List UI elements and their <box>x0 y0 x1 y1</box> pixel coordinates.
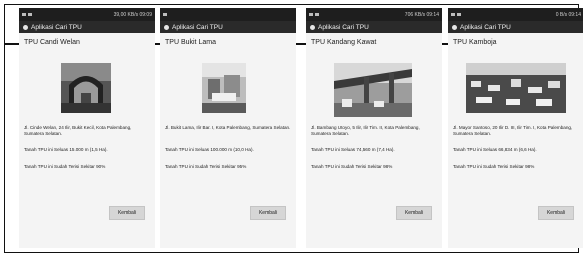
tpu-occupancy: Tanah TPU ini Sudah Terisi Sekitar 98% <box>311 164 393 169</box>
app-icon <box>23 24 28 30</box>
tpu-photo <box>61 63 111 113</box>
tpu-address: Jl. Cinde Welan, 24 Ilir, Bukit Kecil, K… <box>24 125 132 137</box>
tpu-address: Jl. Bukit Lama, Ilir Bar. I, Kota Palemb… <box>165 125 291 130</box>
status-bar: 706 KB/s 09:14 <box>306 8 442 21</box>
tpu-address: Jl. Mayor Santoso, 20 Ilir D. III, Ilir … <box>453 125 573 137</box>
app-bar: Aplikasi Cari TPU <box>19 21 155 33</box>
app-title: Aplikasi Cari TPU <box>31 23 82 31</box>
tpu-area: Tanah TPU ini Seluas 66,834 m (6,6 Ha). <box>453 147 537 152</box>
tpu-occupancy: Tanah TPU ini Sudah Terisi Sekitar 98% <box>453 164 535 169</box>
back-button[interactable]: Kembali <box>396 206 432 220</box>
signal-icon <box>309 13 313 16</box>
detail-content: TPU Kamboja Jl. Mayor Santoso, 20 Ilir D… <box>448 33 583 248</box>
phone-screen-candi-welan: 39,00 KB/s 09:09 Aplikasi Cari TPU TPU C… <box>19 8 155 248</box>
app-title: Aplikasi Cari TPU <box>460 23 511 31</box>
status-bar <box>160 8 296 21</box>
status-bar: 0 B/s 09:14 <box>448 8 583 21</box>
tpu-name: TPU Kamboja <box>453 39 497 46</box>
tpu-name: TPU Bukit Lama <box>165 39 216 46</box>
notification-icon <box>315 13 319 16</box>
tpu-name: TPU Candi Welan <box>24 39 80 46</box>
app-title: Aplikasi Cari TPU <box>172 23 223 31</box>
app-title: Aplikasi Cari TPU <box>318 23 369 31</box>
clock: 09:09 <box>139 11 152 18</box>
tpu-area: Tanah TPU ini Seluas 100.000 m (10,0 Ha)… <box>165 147 254 152</box>
notification-icon <box>457 13 461 16</box>
clock: 09:14 <box>426 11 439 18</box>
notification-icon <box>28 13 32 16</box>
app-icon <box>310 24 315 30</box>
tpu-address: Jl. Bambang Utoyo, 5 Ilir, Ilir Tim. II,… <box>311 125 420 137</box>
signal-icon <box>451 13 455 16</box>
phone-screen-bukit-lama: Aplikasi Cari TPU TPU Bukit Lama Jl. Buk… <box>160 8 296 248</box>
back-button[interactable]: Kembali <box>538 206 574 220</box>
app-bar: Aplikasi Cari TPU <box>160 21 296 33</box>
clock: 09:14 <box>568 11 581 18</box>
tpu-photo <box>202 63 246 113</box>
tpu-occupancy: Tanah TPU ini Sudah Terisi Sekitar 90% <box>24 164 106 169</box>
tpu-photo <box>334 63 412 117</box>
app-bar: Aplikasi Cari TPU <box>448 21 583 33</box>
signal-icon <box>163 13 167 16</box>
tpu-area: Tanah TPU ini Seluas 74,560 m (7,4 Ha). <box>311 147 395 152</box>
detail-content: TPU Bukit Lama Jl. Bukit Lama, Ilir Bar.… <box>160 33 296 248</box>
detail-content: TPU Candi Welan Jl. Cinde Welan, 24 Ilir… <box>19 33 155 248</box>
figure-frame: 39,00 KB/s 09:09 Aplikasi Cari TPU TPU C… <box>4 4 583 253</box>
tpu-photo <box>466 63 566 113</box>
app-icon <box>452 24 457 30</box>
back-button[interactable]: Kembali <box>250 206 286 220</box>
network-speed: 706 KB/s <box>404 11 426 18</box>
signal-icon <box>22 13 26 16</box>
app-icon <box>164 24 169 30</box>
status-bar: 39,00 KB/s 09:09 <box>19 8 155 21</box>
phone-screen-kamboja: 0 B/s 09:14 Aplikasi Cari TPU TPU Kamboj… <box>448 8 583 248</box>
tpu-name: TPU Kandang Kawat <box>311 39 377 46</box>
detail-content: TPU Kandang Kawat Jl. Bambang Utoyo, 5 I… <box>306 33 442 248</box>
network-speed: 39,00 KB/s <box>113 11 139 18</box>
tpu-area: Tanah TPU ini Seluas 15.000 m (1,5 Ha). <box>24 147 108 152</box>
app-bar: Aplikasi Cari TPU <box>306 21 442 33</box>
tpu-occupancy: Tanah TPU ini Sudah Terisi Sekitar 95% <box>165 164 247 169</box>
phone-screen-kandang-kawat: 706 KB/s 09:14 Aplikasi Cari TPU TPU Kan… <box>306 8 442 248</box>
back-button[interactable]: Kembali <box>109 206 145 220</box>
network-speed: 0 B/s <box>555 11 568 18</box>
